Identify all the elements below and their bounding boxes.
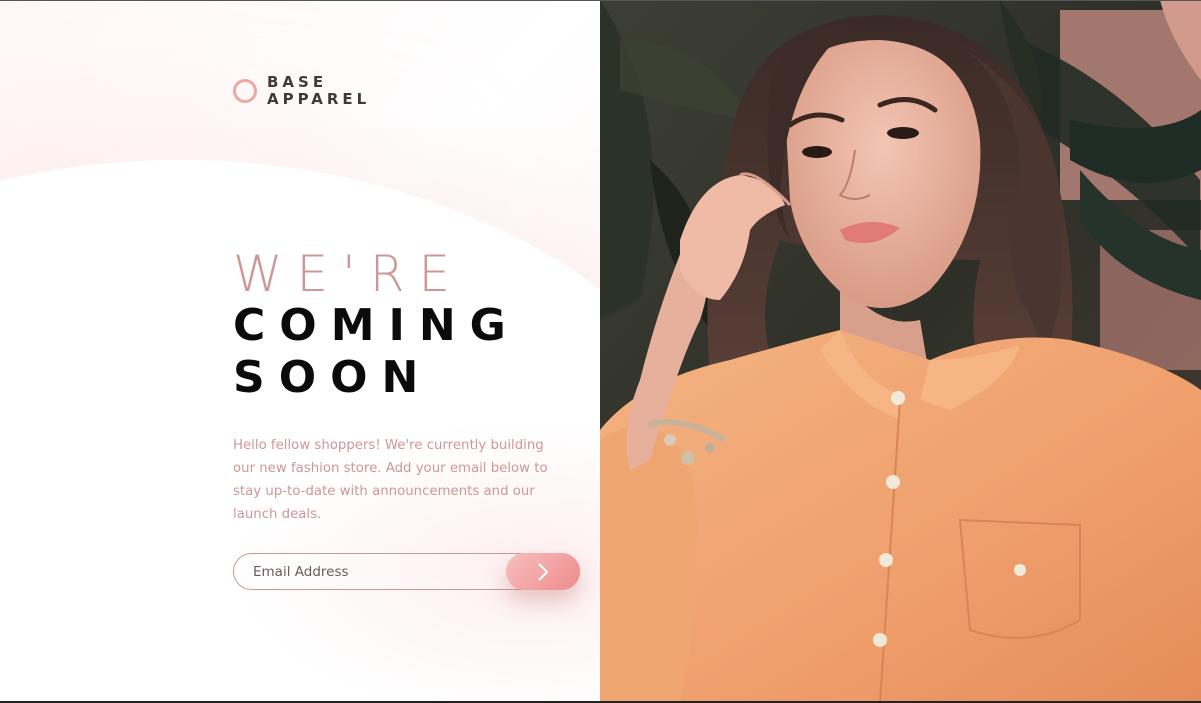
hero-image xyxy=(600,0,1201,703)
coming-soon-page: BASE APPAREL WE'RE COMING SOON Hello fel… xyxy=(0,0,1201,703)
title-line-1: WE'RE xyxy=(233,245,465,303)
top-border xyxy=(0,0,1201,1)
logo-ring-icon xyxy=(233,79,257,103)
page-title: WE'RE COMING SOON xyxy=(233,248,520,404)
title-line-3: SOON xyxy=(233,352,433,403)
brand-line-2: APPAREL xyxy=(267,90,371,108)
brand-name: BASE APPAREL xyxy=(267,74,370,108)
content-panel: BASE APPAREL WE'RE COMING SOON Hello fel… xyxy=(0,0,600,703)
brand-logo[interactable]: BASE APPAREL xyxy=(233,74,370,108)
email-signup-form xyxy=(233,553,580,590)
submit-button[interactable] xyxy=(506,553,580,590)
intro-text: Hello fellow shoppers! We're currently b… xyxy=(233,438,548,522)
hero-panel xyxy=(600,0,1201,703)
brand-line-1: BASE xyxy=(267,73,328,91)
title-line-2: COMING xyxy=(233,300,520,351)
chevron-right-icon xyxy=(538,562,549,581)
